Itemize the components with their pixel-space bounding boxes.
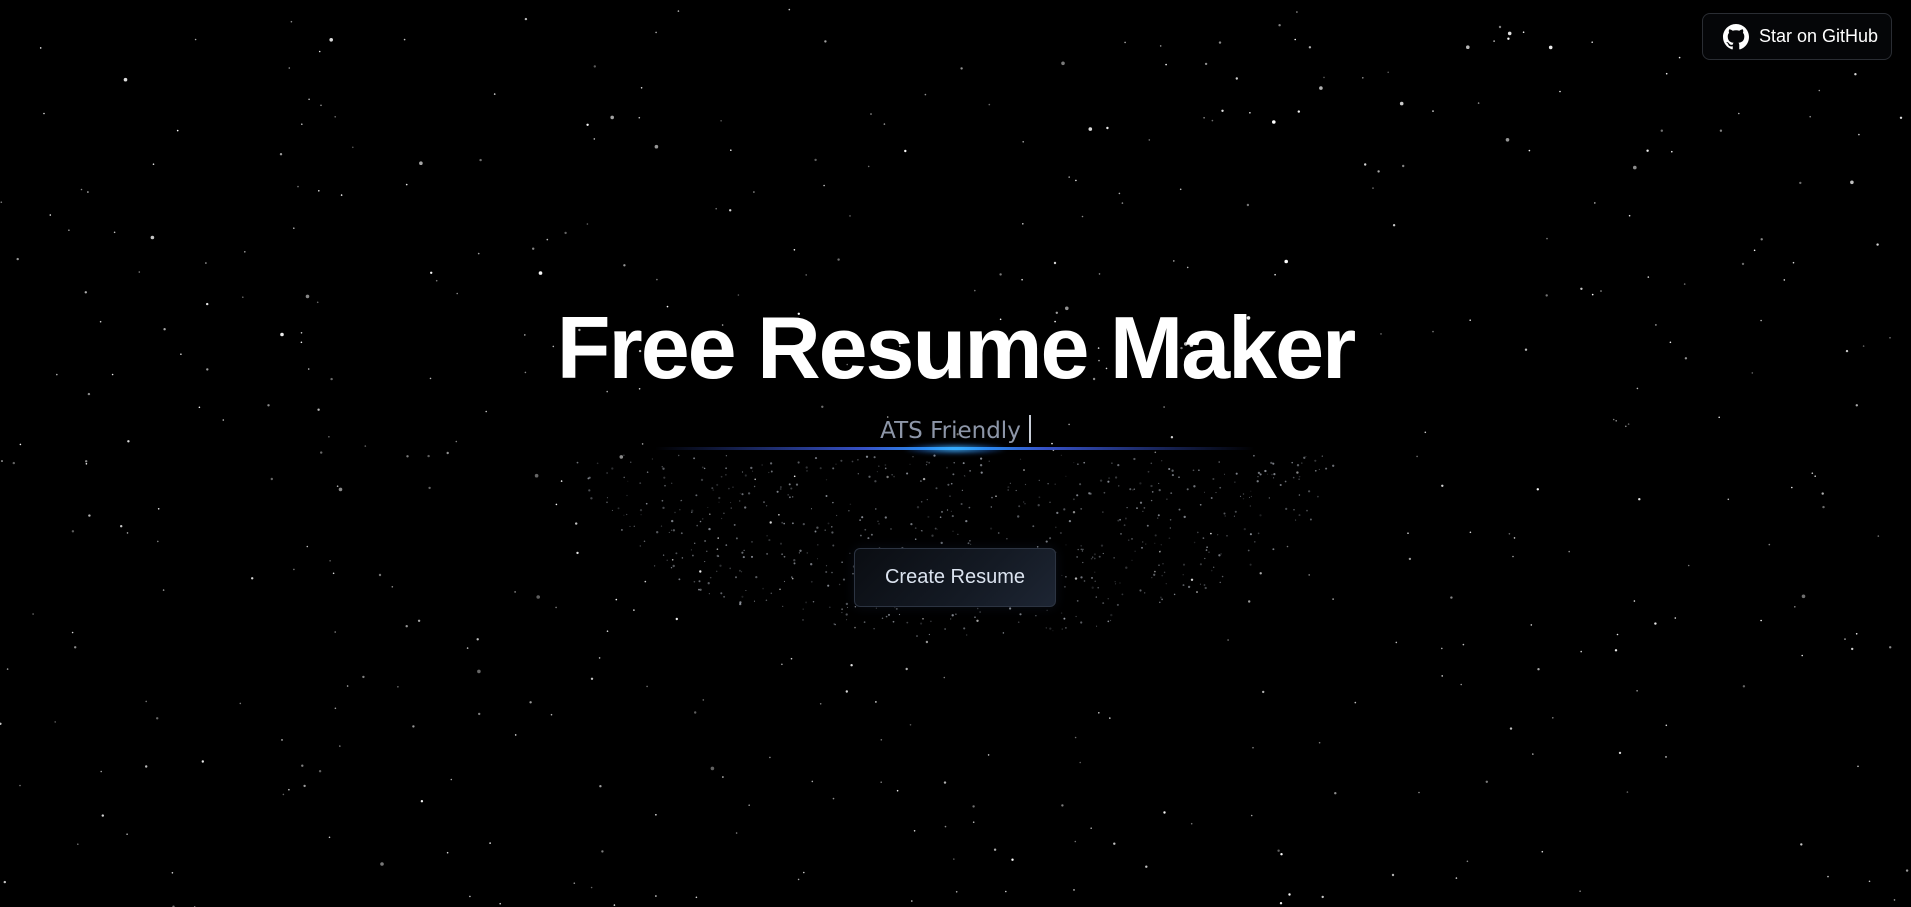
create-resume-button[interactable]: Create Resume — [854, 548, 1056, 607]
subtitle-text: ATS Friendly — [880, 418, 1021, 444]
github-button-label: Star on GitHub — [1759, 26, 1879, 46]
page-title: Free Resume Maker — [556, 298, 1357, 397]
typewriter-subtitle: ATS Friendly — [0, 414, 1911, 448]
landing-page: Star on GitHub Free Resume Maker ATS Fri… — [0, 0, 1911, 907]
typing-caret — [1028, 415, 1031, 443]
github-icon — [1723, 23, 1749, 50]
glow-highlight — [905, 444, 1005, 454]
star-on-github-button[interactable]: Star on GitHub — [1702, 13, 1892, 60]
create-resume-label: Create Resume — [884, 566, 1026, 588]
